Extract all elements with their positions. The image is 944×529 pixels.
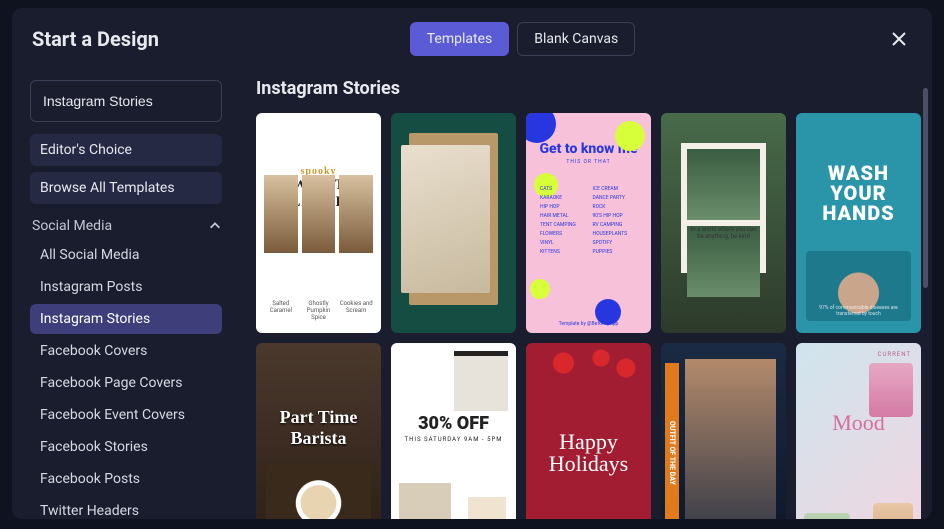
sidebar: Editor's Choice Browse All Templates Soc… — [12, 70, 234, 519]
category-facebook-posts[interactable]: Facebook Posts — [30, 464, 222, 494]
template-text: WASH YOUR HANDS — [804, 163, 913, 223]
category-facebook-event-covers[interactable]: Facebook Event Covers — [30, 400, 222, 430]
scrollbar-thumb[interactable] — [923, 88, 928, 288]
template-text: ICE CREAM DANCE PARTY ROCK 90'S HIP HOP … — [593, 185, 638, 257]
template-text: THIS OR THAT — [566, 159, 610, 165]
search-box — [30, 80, 222, 122]
category-facebook-stories[interactable]: Facebook Stories — [30, 432, 222, 462]
template-text: OUTFIT OF THE DAY — [665, 363, 679, 519]
template-text: CATS KARAOKE HIP HOP HAIR METAL TENT CAM… — [540, 185, 585, 257]
section-social-media[interactable]: Social Media — [32, 218, 222, 234]
tab-blank-canvas[interactable]: Blank Canvas — [517, 22, 635, 56]
tab-templates[interactable]: Templates — [410, 22, 510, 56]
template-card[interactable] — [391, 113, 516, 333]
template-text: Happy Holidays — [534, 431, 643, 475]
category-all-social-media[interactable]: All Social Media — [30, 240, 222, 270]
template-card[interactable]: CURRENT Mood — [796, 343, 921, 519]
search-input[interactable] — [35, 89, 232, 113]
template-card[interactable]: Get to know me THIS OR THAT CATS KARAOKE… — [526, 113, 651, 333]
start-design-modal: Start a Design Templates Blank Canvas Ed… — [12, 8, 932, 519]
section-label: Social Media — [32, 218, 112, 234]
template-text: Part Time Barista — [264, 407, 373, 449]
template-card[interactable]: OUTFIT OF THE DAY — [661, 343, 786, 519]
close-icon — [891, 31, 907, 47]
template-card[interactable]: 30% OFF THIS SATURDAY 9AM - 5PM — [391, 343, 516, 519]
chevron-up-icon — [208, 219, 222, 233]
category-twitter-headers[interactable]: Twitter Headers — [30, 496, 222, 519]
template-text: Ghostly Pumpkin Spice — [302, 300, 336, 321]
template-text: Salted Caramel — [264, 300, 298, 321]
template-text: Cookies and Scream — [339, 300, 373, 321]
template-text: 97% of communicable diseases are transfe… — [808, 305, 909, 317]
results-heading: Instagram Stories — [256, 78, 914, 99]
template-text: In a world where you can be anything, be… — [687, 226, 760, 297]
template-text: THIS SATURDAY 9AM - 5PM — [405, 436, 503, 443]
main-panel: Instagram Stories spookyNEW LATTE FLAVOR… — [234, 70, 932, 519]
template-card[interactable]: Happy Holidays to you and yours — [526, 343, 651, 519]
modal-body: Editor's Choice Browse All Templates Soc… — [12, 70, 932, 519]
template-grid: spookyNEW LATTE FLAVORS Salted CaramelGh… — [256, 113, 914, 519]
link-browse-all-templates[interactable]: Browse All Templates — [30, 172, 222, 204]
category-facebook-covers[interactable]: Facebook Covers — [30, 336, 222, 366]
template-text: 30% OFF — [418, 413, 489, 434]
template-card[interactable]: Part Time Barista — [256, 343, 381, 519]
modal-title: Start a Design — [32, 27, 159, 51]
link-editors-choice[interactable]: Editor's Choice — [30, 134, 222, 166]
template-card[interactable]: In a world where you can be anything, be… — [661, 113, 786, 333]
template-text: Template by @BefunkyApp — [559, 321, 619, 327]
category-facebook-page-covers[interactable]: Facebook Page Covers — [30, 368, 222, 398]
category-instagram-stories[interactable]: Instagram Stories — [30, 304, 222, 334]
modal-header: Start a Design Templates Blank Canvas — [12, 8, 932, 70]
mode-tabs: Templates Blank Canvas — [410, 22, 636, 56]
template-text: CURRENT — [878, 351, 911, 358]
template-card[interactable]: WASH YOUR HANDS 97% of communicable dise… — [796, 113, 921, 333]
close-button[interactable] — [886, 26, 912, 52]
category-instagram-posts[interactable]: Instagram Posts — [30, 272, 222, 302]
template-card[interactable]: spookyNEW LATTE FLAVORS Salted CaramelGh… — [256, 113, 381, 333]
